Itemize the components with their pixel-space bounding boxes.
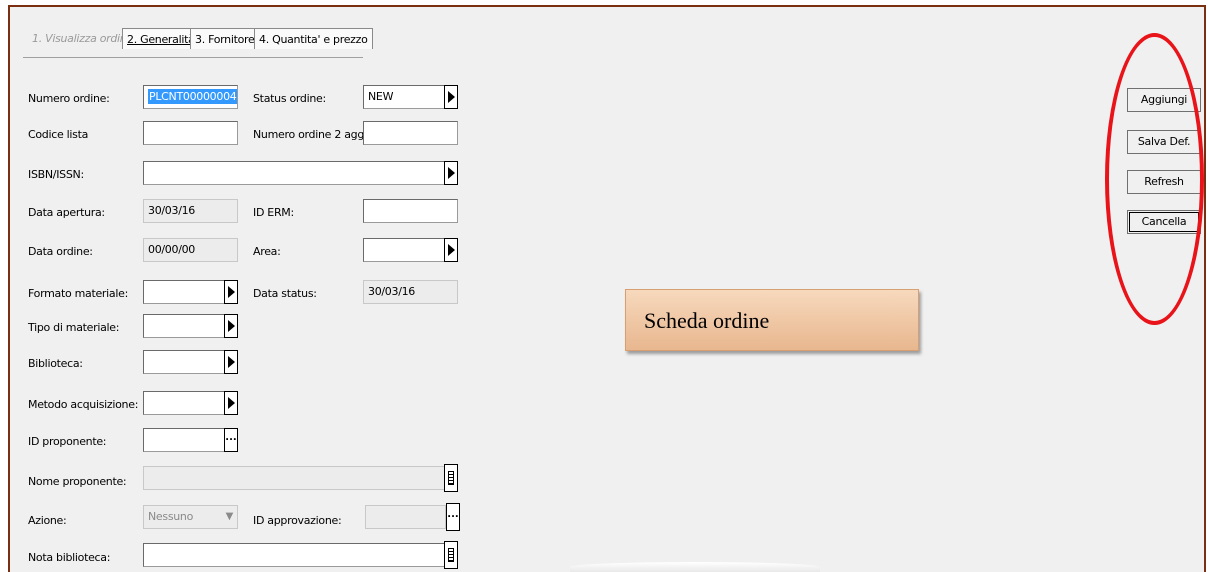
tab-generalita[interactable]: 2. Generalità: [122, 28, 200, 49]
metodo-acquisizione-picker-button[interactable]: [224, 391, 238, 415]
area-label: Area:: [253, 245, 281, 258]
highlight-oval: [1105, 33, 1204, 325]
data-status-label: Data status:: [253, 287, 317, 300]
shadow-artifact: [570, 562, 820, 572]
numero-ordine-label: Numero ordine:: [28, 92, 110, 105]
chevron-down-icon: ▼: [225, 511, 234, 522]
arrow-right-icon: [447, 244, 455, 256]
numero-ordine-2-label: Numero ordine 2 aggiu: [253, 128, 374, 141]
numero-ordine-field[interactable]: PLCNT000000044: [143, 85, 238, 109]
arrow-right-icon: [227, 356, 235, 368]
formato-materiale-label: Formato materiale:: [28, 287, 128, 300]
id-proponente-lookup-button[interactable]: ...: [224, 428, 238, 452]
id-erm-label: ID ERM:: [253, 206, 294, 219]
nome-proponente-label: Nome proponente:: [28, 475, 127, 488]
isbn-field[interactable]: [143, 161, 445, 185]
nota-biblioteca-label: Nota biblioteca:: [28, 551, 111, 564]
status-ordine-label: Status ordine:: [253, 92, 326, 105]
data-ordine-label: Data ordine:: [28, 245, 93, 258]
arrow-right-icon: [227, 397, 235, 409]
tab-visualizza-ordine[interactable]: 1. Visualizza ordine: [28, 28, 137, 49]
biblioteca-label: Biblioteca:: [28, 357, 83, 370]
id-proponente-label: ID proponente:: [28, 435, 107, 448]
metodo-acquisizione-field[interactable]: [143, 391, 225, 415]
tipo-materiale-picker-button[interactable]: [224, 314, 238, 338]
arrow-right-icon: [447, 167, 455, 179]
numero-ordine-2-field[interactable]: [363, 121, 458, 145]
nome-proponente-list-button[interactable]: [444, 464, 458, 492]
nota-biblioteca-field[interactable]: [143, 543, 445, 567]
arrow-right-icon: [227, 320, 235, 332]
scheda-ordine-callout: Scheda ordine: [625, 289, 919, 351]
arrow-right-icon: [447, 91, 455, 103]
list-icon: [448, 471, 454, 485]
data-apertura-label: Data apertura:: [28, 206, 105, 219]
nota-biblioteca-list-button[interactable]: [444, 541, 458, 569]
id-approvazione-label: ID approvazione:: [253, 514, 342, 527]
data-ordine-field: 00/00/00: [143, 238, 238, 262]
area-field[interactable]: [363, 238, 445, 262]
data-apertura-field: 30/03/16: [143, 199, 238, 223]
tab-divider: [23, 57, 363, 58]
formato-materiale-picker-button[interactable]: [224, 280, 238, 304]
ellipsis-icon: ...: [447, 509, 459, 520]
formato-materiale-field[interactable]: [143, 280, 225, 304]
isbn-picker-button[interactable]: [444, 161, 458, 185]
status-ordine-field[interactable]: NEW: [363, 85, 445, 109]
data-status-field: 30/03/16: [363, 280, 458, 304]
azione-label: Azione:: [28, 514, 67, 527]
codice-lista-field[interactable]: [143, 121, 238, 145]
isbn-label: ISBN/ISSN:: [28, 168, 84, 181]
list-icon: [448, 548, 454, 562]
tipo-materiale-field[interactable]: [143, 314, 225, 338]
biblioteca-picker-button[interactable]: [224, 350, 238, 374]
nome-proponente-field: [143, 466, 445, 490]
tab-quantita-prezzo[interactable]: 4. Quantita' e prezzo: [254, 28, 373, 49]
metodo-acquisizione-label: Metodo acquisizione:: [28, 398, 139, 411]
status-ordine-picker-button[interactable]: [444, 85, 458, 109]
azione-dropdown[interactable]: Nessuno ▼: [143, 505, 238, 529]
area-picker-button[interactable]: [444, 238, 458, 262]
tipo-materiale-label: Tipo di materiale:: [28, 321, 120, 334]
codice-lista-label: Codice lista: [28, 128, 89, 141]
biblioteca-field[interactable]: [143, 350, 225, 374]
id-approvazione-lookup-button[interactable]: ...: [446, 503, 460, 531]
tab-fornitore[interactable]: 3. Fornitore: [190, 28, 260, 49]
ellipsis-icon: ...: [225, 432, 237, 443]
id-erm-field[interactable]: [363, 199, 458, 223]
arrow-right-icon: [227, 286, 235, 298]
id-approvazione-field: [365, 505, 446, 529]
id-proponente-field[interactable]: [143, 428, 225, 452]
